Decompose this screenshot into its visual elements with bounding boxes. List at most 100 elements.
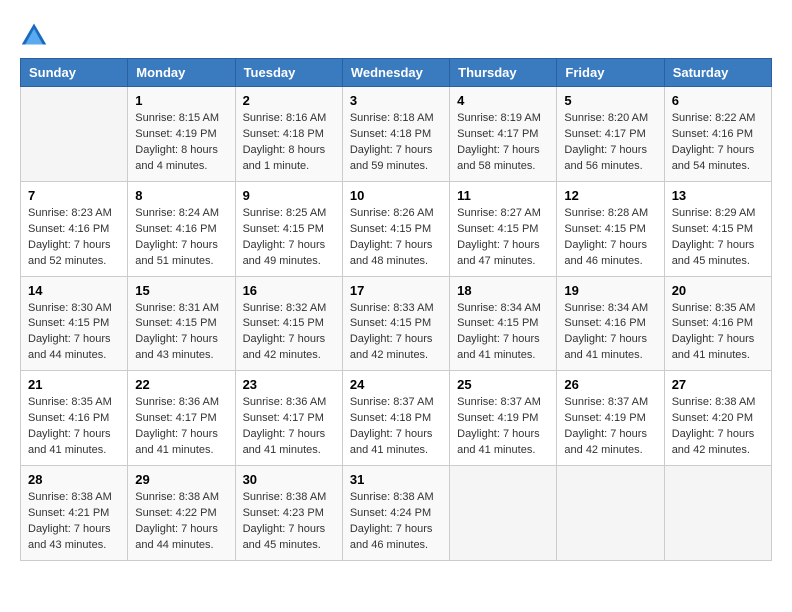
day-info: Sunrise: 8:38 AMSunset: 4:24 PMDaylight:…	[350, 490, 442, 554]
calendar-cell: 20 Sunrise: 8:35 AMSunset: 4:16 PMDayligh…	[664, 276, 771, 371]
header-sunday: Sunday	[21, 59, 128, 87]
calendar-cell: 25Sunrise: 8:37 AMSunset: 4:19 PMDayligh…	[450, 371, 557, 466]
calendar-cell: 16Sunrise: 8:32 AMSunset: 4:15 PMDayligh…	[235, 276, 342, 371]
day-info: Sunrise: 8:19 AMSunset: 4:17 PMDaylight:…	[457, 111, 549, 175]
calendar-cell: 18Sunrise: 8:34 AMSunset: 4:15 PMDayligh…	[450, 276, 557, 371]
calendar-header-row: SundayMondayTuesdayWednesdayThursdayFrid…	[21, 59, 772, 87]
calendar-cell: 8 Sunrise: 8:24 AMSunset: 4:16 PMDaylight…	[128, 181, 235, 276]
day-number: 7	[28, 188, 120, 203]
calendar-cell: 15 Sunrise: 8:31 AMSunset: 4:15 PMDayligh…	[128, 276, 235, 371]
calendar-week-4: 28 Sunrise: 8:38 AMSunset: 4:21 PMDayligh…	[21, 466, 772, 561]
calendar-week-1: 7 Sunrise: 8:23 AMSunset: 4:16 PMDaylight…	[21, 181, 772, 276]
header-friday: Friday	[557, 59, 664, 87]
calendar-cell: 5Sunrise: 8:20 AMSunset: 4:17 PMDaylight…	[557, 87, 664, 182]
day-info: Sunrise: 8:35 AMSunset: 4:16 PMDaylight:…	[672, 301, 764, 365]
day-info: Sunrise: 8:18 AMSunset: 4:18 PMDaylight:…	[350, 111, 442, 175]
calendar-cell: 31 Sunrise: 8:38 AMSunset: 4:24 PMDayligh…	[342, 466, 449, 561]
day-number: 24	[350, 377, 442, 392]
calendar-week-3: 21 Sunrise: 8:35 AMSunset: 4:16 PMDayligh…	[21, 371, 772, 466]
calendar-table: SundayMondayTuesdayWednesdayThursdayFrid…	[20, 58, 772, 561]
calendar-cell: 13Sunrise: 8:29 AMSunset: 4:15 PMDayligh…	[664, 181, 771, 276]
calendar-cell: 14Sunrise: 8:30 AMSunset: 4:15 PMDayligh…	[21, 276, 128, 371]
day-number: 20	[672, 283, 764, 298]
calendar-cell: 28 Sunrise: 8:38 AMSunset: 4:21 PMDayligh…	[21, 466, 128, 561]
day-number: 26	[564, 377, 656, 392]
calendar-week-0: 1Sunrise: 8:15 AMSunset: 4:19 PMDaylight…	[21, 87, 772, 182]
day-info: Sunrise: 8:36 AMSunset: 4:17 PMDaylight:…	[243, 395, 335, 459]
day-number: 21	[28, 377, 120, 392]
day-info: Sunrise: 8:32 AMSunset: 4:15 PMDaylight:…	[243, 301, 335, 365]
calendar-cell: 30 Sunrise: 8:38 AMSunset: 4:23 PMDayligh…	[235, 466, 342, 561]
calendar-cell: 10Sunrise: 8:26 AMSunset: 4:15 PMDayligh…	[342, 181, 449, 276]
day-number: 5	[564, 93, 656, 108]
day-number: 22	[135, 377, 227, 392]
day-number: 19	[564, 283, 656, 298]
calendar-cell: 3 Sunrise: 8:18 AMSunset: 4:18 PMDaylight…	[342, 87, 449, 182]
day-info: Sunrise: 8:37 AMSunset: 4:18 PMDaylight:…	[350, 395, 442, 459]
day-number: 27	[672, 377, 764, 392]
calendar-cell	[557, 466, 664, 561]
day-number: 8	[135, 188, 227, 203]
day-number: 9	[243, 188, 335, 203]
header-saturday: Saturday	[664, 59, 771, 87]
day-info: Sunrise: 8:38 AMSunset: 4:20 PMDaylight:…	[672, 395, 764, 459]
day-number: 15	[135, 283, 227, 298]
day-number: 28	[28, 472, 120, 487]
day-info: Sunrise: 8:33 AMSunset: 4:15 PMDaylight:…	[350, 301, 442, 365]
calendar-cell: 21 Sunrise: 8:35 AMSunset: 4:16 PMDayligh…	[21, 371, 128, 466]
header-thursday: Thursday	[450, 59, 557, 87]
calendar-cell: 23 Sunrise: 8:36 AMSunset: 4:17 PMDayligh…	[235, 371, 342, 466]
page-header	[20, 20, 772, 48]
day-info: Sunrise: 8:27 AMSunset: 4:15 PMDaylight:…	[457, 206, 549, 270]
day-number: 30	[243, 472, 335, 487]
calendar-cell: 29 Sunrise: 8:38 AMSunset: 4:22 PMDayligh…	[128, 466, 235, 561]
day-info: Sunrise: 8:28 AMSunset: 4:15 PMDaylight:…	[564, 206, 656, 270]
calendar-cell: 19 Sunrise: 8:34 AMSunset: 4:16 PMDayligh…	[557, 276, 664, 371]
day-info: Sunrise: 8:25 AMSunset: 4:15 PMDaylight:…	[243, 206, 335, 270]
calendar-cell: 7 Sunrise: 8:23 AMSunset: 4:16 PMDaylight…	[21, 181, 128, 276]
day-number: 12	[564, 188, 656, 203]
calendar-cell: 17Sunrise: 8:33 AMSunset: 4:15 PMDayligh…	[342, 276, 449, 371]
day-number: 6	[672, 93, 764, 108]
calendar-cell	[664, 466, 771, 561]
calendar-week-2: 14Sunrise: 8:30 AMSunset: 4:15 PMDayligh…	[21, 276, 772, 371]
calendar-cell: 6 Sunrise: 8:22 AMSunset: 4:16 PMDaylight…	[664, 87, 771, 182]
day-number: 18	[457, 283, 549, 298]
day-number: 23	[243, 377, 335, 392]
calendar-cell: 22 Sunrise: 8:36 AMSunset: 4:17 PMDayligh…	[128, 371, 235, 466]
day-info: Sunrise: 8:22 AMSunset: 4:16 PMDaylight:…	[672, 111, 764, 175]
day-number: 11	[457, 188, 549, 203]
logo	[20, 20, 52, 48]
calendar-cell: 11 Sunrise: 8:27 AMSunset: 4:15 PMDayligh…	[450, 181, 557, 276]
calendar-cell	[450, 466, 557, 561]
calendar-cell: 9 Sunrise: 8:25 AMSunset: 4:15 PMDaylight…	[235, 181, 342, 276]
day-info: Sunrise: 8:37 AMSunset: 4:19 PMDaylight:…	[564, 395, 656, 459]
day-number: 14	[28, 283, 120, 298]
header-tuesday: Tuesday	[235, 59, 342, 87]
day-info: Sunrise: 8:31 AMSunset: 4:15 PMDaylight:…	[135, 301, 227, 365]
day-number: 31	[350, 472, 442, 487]
day-info: Sunrise: 8:38 AMSunset: 4:23 PMDaylight:…	[243, 490, 335, 554]
day-info: Sunrise: 8:35 AMSunset: 4:16 PMDaylight:…	[28, 395, 120, 459]
calendar-cell: 24 Sunrise: 8:37 AMSunset: 4:18 PMDayligh…	[342, 371, 449, 466]
day-info: Sunrise: 8:23 AMSunset: 4:16 PMDaylight:…	[28, 206, 120, 270]
day-number: 4	[457, 93, 549, 108]
calendar-cell: 26 Sunrise: 8:37 AMSunset: 4:19 PMDayligh…	[557, 371, 664, 466]
calendar-cell: 4 Sunrise: 8:19 AMSunset: 4:17 PMDaylight…	[450, 87, 557, 182]
header-monday: Monday	[128, 59, 235, 87]
day-number: 25	[457, 377, 549, 392]
day-info: Sunrise: 8:38 AMSunset: 4:21 PMDaylight:…	[28, 490, 120, 554]
header-wednesday: Wednesday	[342, 59, 449, 87]
day-info: Sunrise: 8:38 AMSunset: 4:22 PMDaylight:…	[135, 490, 227, 554]
day-number: 29	[135, 472, 227, 487]
calendar-cell	[21, 87, 128, 182]
day-info: Sunrise: 8:24 AMSunset: 4:16 PMDaylight:…	[135, 206, 227, 270]
calendar-cell: 2Sunrise: 8:16 AMSunset: 4:18 PMDaylight…	[235, 87, 342, 182]
calendar-cell: 1Sunrise: 8:15 AMSunset: 4:19 PMDaylight…	[128, 87, 235, 182]
calendar-cell: 12 Sunrise: 8:28 AMSunset: 4:15 PMDayligh…	[557, 181, 664, 276]
day-info: Sunrise: 8:26 AMSunset: 4:15 PMDaylight:…	[350, 206, 442, 270]
day-info: Sunrise: 8:36 AMSunset: 4:17 PMDaylight:…	[135, 395, 227, 459]
day-number: 1	[135, 93, 227, 108]
day-info: Sunrise: 8:34 AMSunset: 4:16 PMDaylight:…	[564, 301, 656, 365]
day-number: 3	[350, 93, 442, 108]
